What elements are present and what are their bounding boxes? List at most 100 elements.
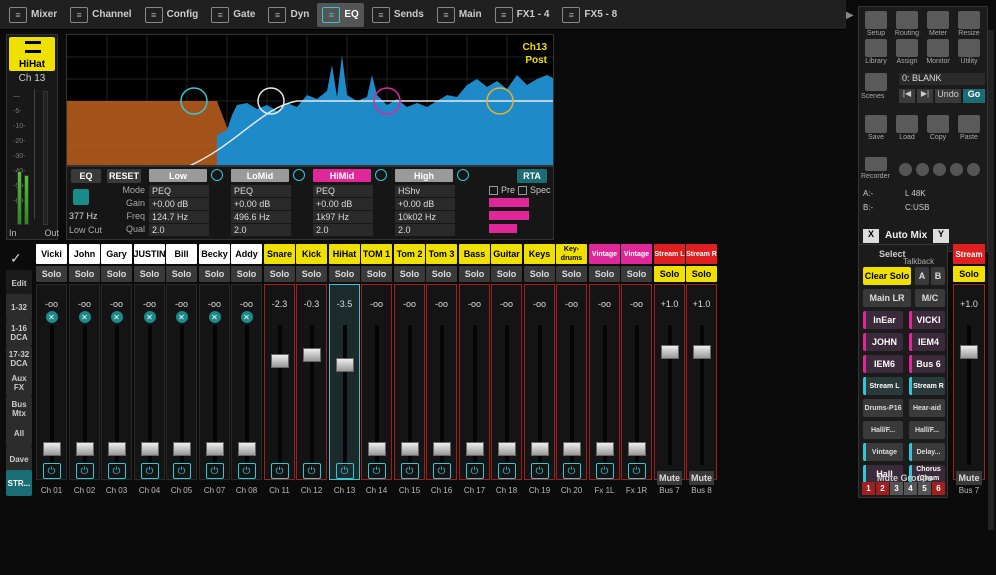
channel-name-11[interactable]: Tom 2 bbox=[394, 244, 425, 264]
tab-fx5-8[interactable]: ≡ FX5 - 8 bbox=[557, 3, 622, 27]
select-bus-6[interactable]: Bus 6 bbox=[909, 355, 945, 373]
edit-check-icon[interactable]: ✓ bbox=[10, 250, 22, 267]
band-mode-field[interactable]: HShv bbox=[395, 185, 455, 197]
mute-button[interactable]: Mute bbox=[689, 471, 714, 485]
channel-name-15[interactable]: Keys bbox=[524, 244, 555, 264]
channel-power-icon[interactable]: ⏻ bbox=[595, 463, 614, 479]
low-cut-toggle[interactable] bbox=[73, 189, 89, 205]
channel-name-16[interactable]: Key-drums bbox=[556, 244, 587, 264]
fader-knob[interactable] bbox=[42, 442, 61, 456]
utility-icon[interactable]: Utility bbox=[954, 39, 984, 65]
band-freq-field[interactable]: 1k97 Hz bbox=[313, 211, 373, 223]
channel-name-1[interactable]: John bbox=[69, 244, 100, 264]
rta-level-2[interactable] bbox=[489, 211, 529, 220]
master-mute-button[interactable]: Mute bbox=[956, 471, 982, 485]
fader-knob[interactable] bbox=[237, 442, 256, 456]
mute-x-icon[interactable]: ✕ bbox=[208, 311, 221, 323]
fader-track[interactable] bbox=[309, 325, 314, 465]
tab-mixer[interactable]: ≡ Mixer bbox=[4, 3, 62, 27]
fader-knob[interactable] bbox=[335, 358, 354, 372]
band-qual-field[interactable]: 2.0 bbox=[395, 224, 455, 236]
solo-button[interactable]: Solo bbox=[686, 266, 717, 282]
resize-icon[interactable]: Resize bbox=[954, 11, 984, 37]
fader-knob[interactable] bbox=[595, 442, 614, 456]
channel-power-icon[interactable]: ⏻ bbox=[237, 463, 256, 479]
fader-track[interactable] bbox=[277, 325, 282, 465]
menu-1-32[interactable]: 1-32 bbox=[6, 294, 32, 320]
band-gain-field[interactable]: +0.00 dB bbox=[395, 198, 455, 210]
solo-button[interactable]: Solo bbox=[654, 266, 685, 282]
channel-power-icon[interactable]: ⏻ bbox=[530, 463, 549, 479]
low-cut-freq[interactable]: 377 Hz bbox=[69, 211, 98, 221]
channel-name-14[interactable]: Guitar bbox=[491, 244, 522, 264]
tab-channel[interactable]: ≡ Channel bbox=[65, 3, 136, 27]
solo-button[interactable]: Solo bbox=[556, 266, 587, 282]
solo-button[interactable]: Solo bbox=[621, 266, 652, 282]
scene-name[interactable]: 0: BLANK bbox=[899, 73, 985, 85]
fader-knob[interactable] bbox=[302, 348, 321, 362]
rta-button[interactable]: RTA bbox=[517, 169, 547, 183]
mute-x-icon[interactable]: ✕ bbox=[240, 311, 253, 323]
tab-sends[interactable]: ≡ Sends bbox=[367, 3, 429, 27]
library-icon[interactable]: Library bbox=[861, 39, 891, 65]
band-gain-field[interactable]: +0.00 dB bbox=[231, 198, 291, 210]
mute-button[interactable]: Mute bbox=[657, 471, 682, 485]
band-gain-field[interactable]: +0.00 dB bbox=[313, 198, 373, 210]
channel-name-4[interactable]: Bill bbox=[166, 244, 197, 264]
tab-fx1-4[interactable]: ≡ FX1 - 4 bbox=[490, 3, 555, 27]
fader-knob[interactable] bbox=[660, 345, 679, 359]
channel-name-5[interactable]: Becky bbox=[199, 244, 230, 264]
band-mode-field[interactable]: PEQ bbox=[149, 185, 209, 197]
eq-curve-svg[interactable] bbox=[67, 35, 554, 166]
paste-icon[interactable]: Paste bbox=[954, 115, 984, 141]
menu-dave[interactable]: Dave bbox=[6, 446, 32, 472]
fader-knob[interactable] bbox=[627, 442, 646, 456]
mute-x-icon[interactable]: ✕ bbox=[175, 311, 188, 323]
menu-edit[interactable]: Edit bbox=[6, 270, 32, 296]
fader-knob[interactable] bbox=[497, 442, 516, 456]
fader-knob[interactable] bbox=[562, 442, 581, 456]
solo-button[interactable]: Solo bbox=[69, 266, 100, 282]
solo-button[interactable]: Solo bbox=[166, 266, 197, 282]
stop-icon[interactable] bbox=[967, 163, 980, 176]
band-mode-field[interactable]: PEQ bbox=[313, 185, 373, 197]
channel-name-3[interactable]: JUSTIN bbox=[134, 244, 166, 264]
master-fader-knob[interactable] bbox=[960, 345, 978, 359]
solo-button[interactable]: Solo bbox=[589, 266, 620, 282]
channel-power-icon[interactable]: ⏻ bbox=[335, 463, 354, 479]
channel-power-icon[interactable]: ⏻ bbox=[302, 463, 321, 479]
channel-power-icon[interactable]: ⏻ bbox=[140, 463, 159, 479]
band-freq-field[interactable]: 124.7 Hz bbox=[149, 211, 209, 223]
fader-knob[interactable] bbox=[75, 442, 94, 456]
channel-power-icon[interactable]: ⏻ bbox=[432, 463, 451, 479]
mute-group-2[interactable]: 2 bbox=[876, 482, 889, 495]
record-icon[interactable] bbox=[899, 163, 912, 176]
solo-button[interactable]: Solo bbox=[264, 266, 295, 282]
select-inear[interactable]: InEar bbox=[863, 311, 903, 329]
solo-button[interactable]: Solo bbox=[329, 266, 360, 282]
channel-name-7[interactable]: Snare bbox=[264, 244, 295, 264]
pre-checkbox[interactable] bbox=[489, 186, 498, 195]
channel-power-icon[interactable]: ⏻ bbox=[42, 463, 61, 479]
channel-power-icon[interactable]: ⏻ bbox=[172, 463, 191, 479]
select-vintage[interactable]: Vintage bbox=[863, 443, 903, 461]
channel-power-icon[interactable]: ⏻ bbox=[75, 463, 94, 479]
band-power-icon[interactable] bbox=[375, 169, 387, 181]
menu-17-32-dca[interactable]: 17-32 DCA bbox=[6, 346, 32, 372]
channel-name-0[interactable]: Vicki bbox=[36, 244, 67, 264]
channel-name-19[interactable]: Stream L bbox=[654, 244, 685, 264]
mute-group-3[interactable]: 3 bbox=[890, 482, 903, 495]
band-freq-field[interactable]: 10k02 Hz bbox=[395, 211, 455, 223]
routing-icon[interactable]: Routing bbox=[892, 11, 922, 37]
mute-group-6[interactable]: 6 bbox=[932, 482, 945, 495]
tab-gate[interactable]: ≡ Gate bbox=[206, 3, 260, 27]
mute-group-1[interactable]: 1 bbox=[862, 482, 875, 495]
tab-scroll-right-icon[interactable]: ▶ bbox=[846, 10, 854, 24]
tab-dyn[interactable]: ≡ Dyn bbox=[263, 3, 314, 27]
band-power-icon[interactable] bbox=[293, 169, 305, 181]
solo-button[interactable]: Solo bbox=[426, 266, 457, 282]
channel-name-13[interactable]: Bass bbox=[459, 244, 490, 264]
channel-name-2[interactable]: Gary bbox=[101, 244, 132, 264]
channel-power-icon[interactable]: ⏻ bbox=[205, 463, 224, 479]
mute-x-icon[interactable]: ✕ bbox=[45, 311, 58, 323]
